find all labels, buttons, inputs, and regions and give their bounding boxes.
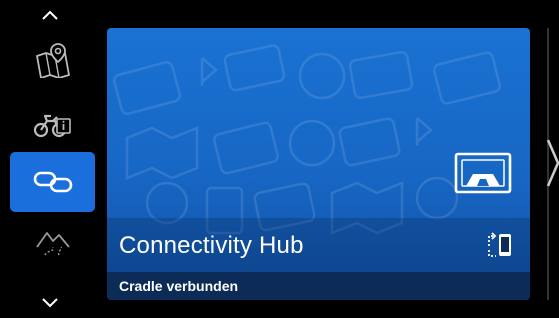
status-bar: Cradle verbunden — [107, 272, 530, 300]
sidebar-item-navigation[interactable] — [10, 30, 95, 90]
page-title: Connectivity Hub — [119, 232, 304, 259]
motorcycle-info-icon — [33, 114, 71, 138]
sidebar-item-terrain[interactable] — [10, 212, 95, 272]
scroll-down-button[interactable] — [40, 296, 60, 310]
sidebar-item-vehicle-info[interactable] — [10, 93, 95, 153]
connection-status: Cradle verbunden — [119, 278, 239, 294]
next-card-chevron-icon[interactable] — [544, 28, 559, 300]
link-icon — [33, 171, 72, 193]
cradle-icon — [454, 152, 512, 194]
scroll-up-button[interactable] — [40, 8, 60, 22]
connectivity-hub-card[interactable]: Connectivity Hub Cradle verbunden — [107, 28, 530, 300]
title-band: Connectivity Hub — [107, 218, 530, 272]
sidebar-item-connectivity[interactable] — [10, 152, 95, 212]
phone-connect-icon — [488, 232, 511, 257]
map-pin-icon — [35, 43, 70, 78]
mountain-road-icon — [35, 232, 70, 256]
chevron-up-icon — [42, 10, 58, 20]
chevron-down-icon — [42, 298, 58, 308]
sidebar — [0, 0, 100, 318]
